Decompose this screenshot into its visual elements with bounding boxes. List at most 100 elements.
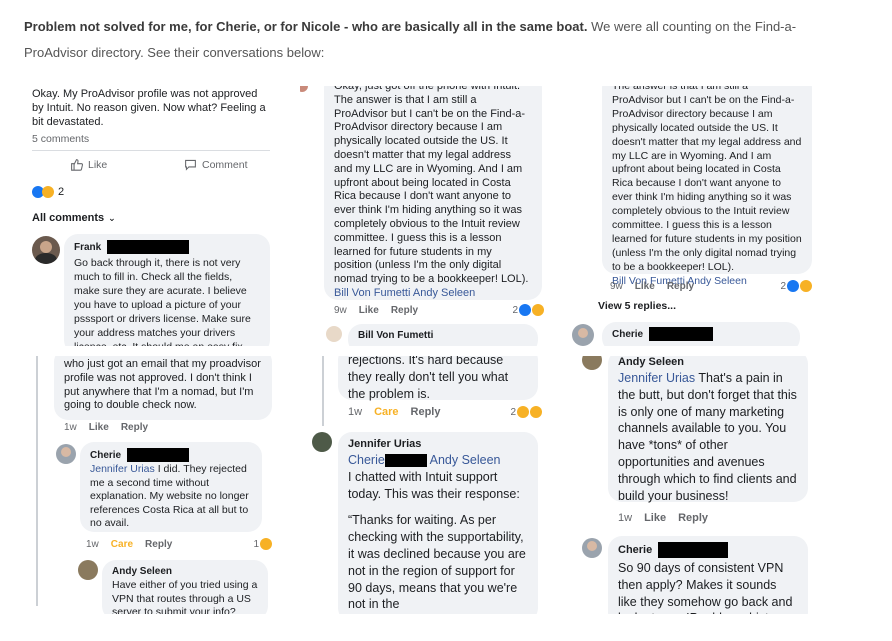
like-reaction-icon	[519, 304, 531, 316]
comment-bubble-icon	[185, 159, 196, 171]
commenter-name[interactable]: Cherie	[90, 448, 252, 462]
reaction-count: 2	[780, 280, 786, 292]
screenshot-panel-2: Okay, just got off the phone with Intuit…	[300, 86, 550, 346]
reaction-summary[interactable]: 2	[32, 186, 64, 198]
commenter-name[interactable]: Andy Seleen	[112, 566, 258, 577]
comment-text: Jennifer Urias I did. They rejected me a…	[90, 463, 249, 530]
avatar[interactable]	[78, 560, 98, 580]
like-action[interactable]: Like	[644, 512, 666, 524]
reaction-count: 1	[253, 538, 259, 550]
avatar[interactable]	[32, 236, 60, 264]
thread-line	[322, 356, 324, 426]
comment-bubble: Cherie Jennifer Urias I did. They reject…	[80, 442, 262, 532]
comment-bubble: Okay, just got off the phone with Intuit…	[324, 86, 542, 300]
time-label: 9w	[610, 280, 623, 292]
tagged-users[interactable]: Bill Von Fumetti Andy Seleen	[334, 287, 532, 301]
care-reaction-icon	[517, 406, 529, 418]
comment-bubble: Frank Go back through it, there is not v…	[64, 234, 270, 346]
commenter-name[interactable]: Frank	[74, 240, 260, 254]
sad-reaction-icon	[800, 280, 812, 292]
commenter-name[interactable]: Jennifer Urias	[348, 438, 528, 450]
commenter-name[interactable]: Andy Seleen	[618, 356, 798, 368]
comment-actions: 1w Like Reply	[64, 422, 148, 433]
avatar[interactable]	[300, 86, 308, 92]
avatar[interactable]	[312, 432, 332, 452]
comments-count[interactable]: 5 comments	[32, 133, 89, 145]
reaction-count: 2	[510, 406, 516, 418]
like-action[interactable]: Like	[635, 281, 655, 292]
avatar[interactable]	[326, 326, 342, 342]
reply-action[interactable]: Reply	[667, 281, 694, 292]
time-label: 9w	[334, 304, 347, 316]
reply-action[interactable]: Reply	[121, 422, 148, 433]
comment-actions: 1w Care Reply 1	[86, 538, 272, 550]
quoted-response: “Thanks for waiting. As per checking wit…	[348, 513, 526, 612]
comment-text: Okay, just got off the phone with Intuit…	[334, 86, 529, 286]
avatar[interactable]	[56, 444, 76, 464]
reply-action[interactable]: Reply	[678, 512, 708, 524]
like-button[interactable]: Like	[70, 158, 107, 171]
thread-line	[36, 356, 38, 606]
like-action[interactable]: Like	[89, 422, 109, 433]
comment-actions: 1w Like Reply	[618, 512, 708, 524]
sad-reaction-icon	[532, 304, 544, 316]
comment-bubble: The answer is that I am still a ProAdvis…	[602, 86, 812, 287]
chevron-down-icon: ⌄	[108, 212, 116, 223]
care-action[interactable]: Care	[374, 406, 398, 418]
time-label: 1w	[64, 422, 77, 433]
redaction-bar	[649, 327, 714, 341]
reaction-summary[interactable]: 2	[512, 304, 544, 316]
comment-text: Have either of you tried using a VPN tha…	[112, 579, 258, 614]
comment-text: Go back through it, there is not very mu…	[74, 257, 251, 346]
reply-action[interactable]: Reply	[391, 305, 418, 316]
commenter-name[interactable]: Cherie	[618, 542, 798, 558]
all-comments-filter[interactable]: All comments ⌄	[32, 212, 116, 224]
redaction-bar	[127, 448, 190, 462]
comment-bubble: Andy Seleen Jennifer Urias That's a pain…	[608, 356, 808, 503]
view-replies-link[interactable]: View 5 replies...	[598, 300, 676, 312]
reaction-summary[interactable]: 1	[253, 538, 272, 550]
time-label: 1w	[618, 512, 633, 524]
reaction-count: 2	[512, 304, 518, 316]
comment-bubble: rejections. It's hard because they reall…	[338, 356, 538, 401]
screenshot-panel-5: rejections. It's hard because they reall…	[300, 356, 550, 614]
comment-bubble: Andy Seleen Have either of you tried usi…	[102, 560, 268, 614]
commenter-name[interactable]: Bill Von Fumetti	[358, 330, 528, 341]
post-text: Okay. My ProAdvisor profile was not appr…	[32, 88, 266, 128]
redaction-bar	[658, 542, 729, 558]
intro-bold: Problem not solved for me, for Cherie, o…	[24, 19, 588, 34]
care-action[interactable]: Care	[111, 539, 133, 550]
tagged-user[interactable]: Jennifer Urias	[90, 463, 155, 475]
redaction-bar	[384, 454, 427, 468]
comment-actions: 1w Care Reply 2	[348, 406, 542, 418]
comment-button[interactable]: Comment	[184, 158, 248, 171]
reply-action[interactable]: Reply	[145, 539, 172, 550]
avatar[interactable]	[582, 356, 602, 370]
comment-bubble: who just got an email that my proadvisor…	[54, 356, 272, 420]
commenter-name[interactable]: Cherie	[612, 327, 790, 341]
redaction-bar	[107, 240, 190, 254]
like-action[interactable]: Like	[359, 305, 379, 316]
avatar[interactable]	[572, 324, 594, 346]
tagged-user[interactable]: Jennifer Urias	[618, 371, 695, 385]
comment-text: The answer is that I am still a ProAdvis…	[612, 86, 802, 273]
comment-text: rejections. It's hard because they reall…	[348, 356, 509, 401]
care-reaction-icon	[260, 538, 272, 550]
like-reaction-icon	[787, 280, 799, 292]
comment-bubble: Bill Von Fumetti	[348, 324, 538, 346]
avatar[interactable]	[582, 538, 602, 558]
like-label: Like	[88, 158, 108, 171]
comment-label: Comment	[202, 158, 248, 171]
reaction-summary[interactable]: 2	[510, 406, 542, 418]
tagged-users: Cherie Andy Seleen	[348, 452, 528, 469]
thumbs-up-icon	[71, 159, 83, 171]
reaction-summary[interactable]: 2	[780, 280, 812, 292]
tagged-user[interactable]: Andy Seleen	[430, 453, 501, 467]
time-label: 1w	[348, 406, 363, 418]
comment-text: who just got an email that my proadvisor…	[64, 358, 261, 412]
tagged-user[interactable]: Cherie	[348, 453, 385, 467]
reply-action[interactable]: Reply	[411, 406, 441, 418]
divider	[32, 150, 270, 151]
comment-text: I chatted with Intuit support today. Thi…	[348, 469, 520, 501]
reaction-count: 2	[58, 186, 65, 198]
